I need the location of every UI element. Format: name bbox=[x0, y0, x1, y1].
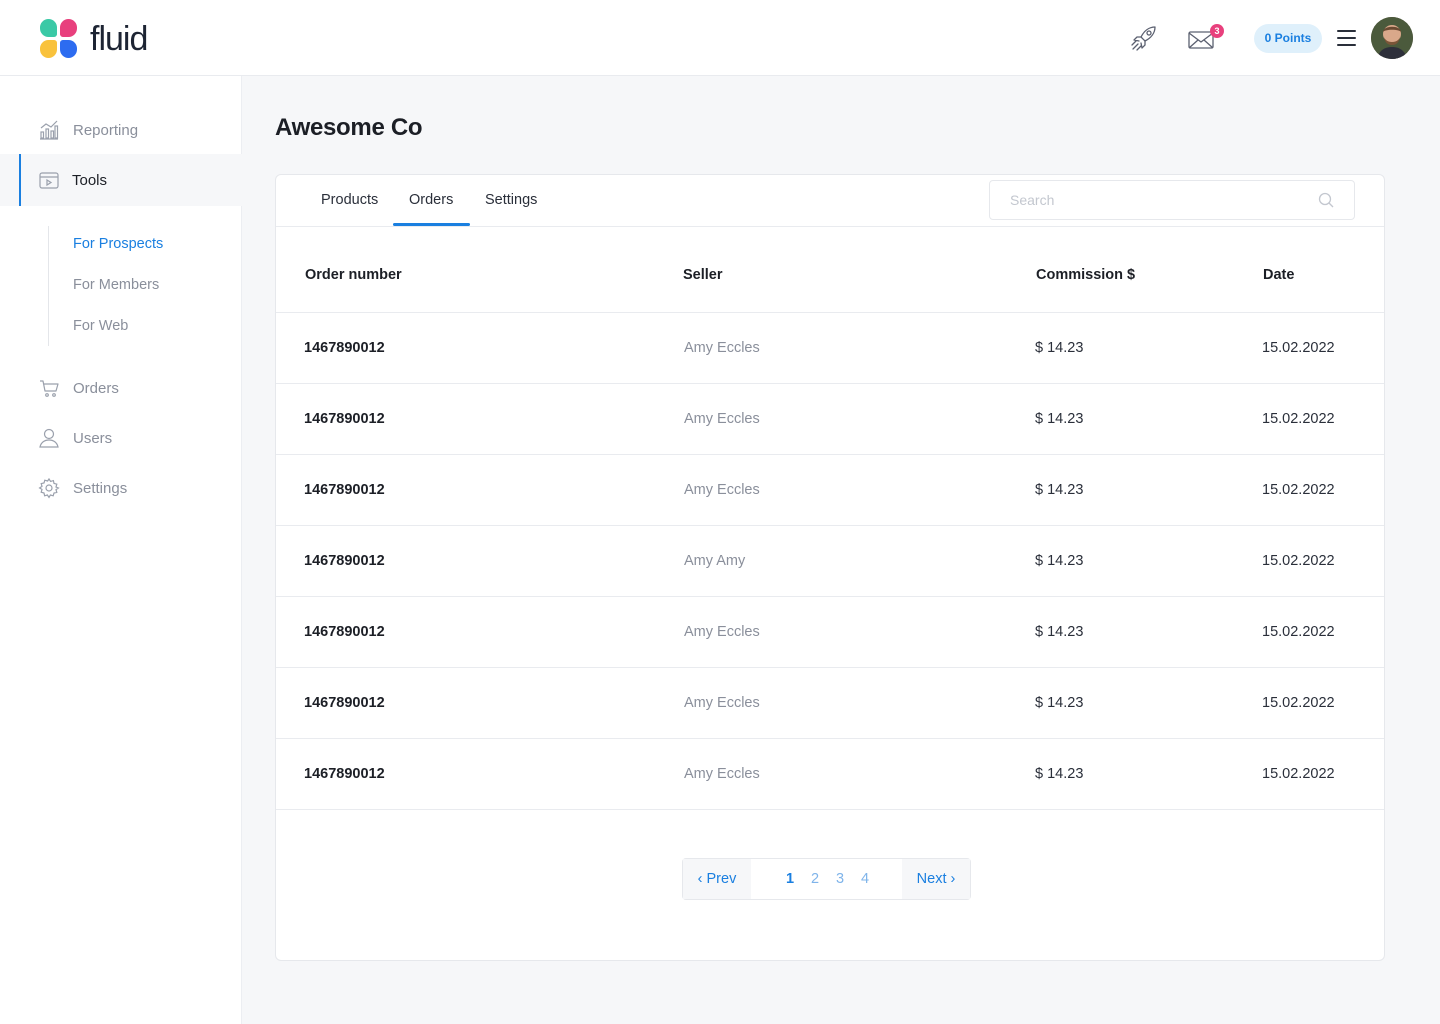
logo[interactable]: fluid bbox=[40, 19, 148, 59]
active-tab-indicator bbox=[393, 223, 470, 226]
sidebar-item-label: Orders bbox=[73, 379, 119, 397]
points-badge[interactable]: 0 Points bbox=[1254, 24, 1322, 53]
cart-icon bbox=[40, 380, 59, 397]
prev-page-button[interactable]: ‹ Prev bbox=[683, 859, 751, 899]
order-date: 15.02.2022 bbox=[1262, 766, 1335, 782]
commission-value: $ 14.23 bbox=[1035, 340, 1084, 356]
order-number: 1467890012 bbox=[304, 340, 385, 356]
submenu-item-for-members[interactable]: For Members bbox=[73, 277, 159, 293]
seller-name: Amy Eccles bbox=[684, 482, 760, 498]
order-date: 15.02.2022 bbox=[1262, 411, 1335, 427]
column-header-seller[interactable]: Seller bbox=[683, 267, 723, 283]
sidebar-item-orders[interactable]: Orders bbox=[0, 368, 242, 408]
seller-name: Amy Amy bbox=[684, 553, 746, 569]
commission-value: $ 14.23 bbox=[1035, 553, 1084, 569]
order-date: 15.02.2022 bbox=[1262, 553, 1335, 569]
order-date: 15.02.2022 bbox=[1262, 695, 1335, 711]
order-date: 15.02.2022 bbox=[1262, 624, 1335, 640]
gear-icon bbox=[38, 477, 60, 499]
tab-settings[interactable]: Settings bbox=[485, 192, 537, 208]
table-row[interactable]: 1467890012 Amy Eccles $ 14.23 15.02.2022 bbox=[276, 597, 1384, 668]
commission-value: $ 14.23 bbox=[1035, 482, 1084, 498]
rocket-icon[interactable] bbox=[1128, 22, 1160, 54]
top-header: fluid 3 0 Points bbox=[0, 0, 1440, 76]
seller-name: Amy Eccles bbox=[684, 340, 760, 356]
table-row[interactable]: 1467890012 Amy Amy $ 14.23 15.02.2022 bbox=[276, 526, 1384, 597]
commission-value: $ 14.23 bbox=[1035, 695, 1084, 711]
pagination: ‹ Prev 1 2 3 4 Next › bbox=[682, 858, 971, 900]
table-row[interactable]: 1467890012 Amy Eccles $ 14.23 15.02.2022 bbox=[276, 384, 1384, 455]
commission-value: $ 14.23 bbox=[1035, 411, 1084, 427]
search-input[interactable] bbox=[990, 181, 1310, 219]
search-box bbox=[989, 180, 1355, 220]
tools-icon bbox=[39, 172, 59, 189]
tab-orders[interactable]: Orders bbox=[409, 192, 453, 208]
mail-count-badge: 3 bbox=[1210, 24, 1224, 38]
table-row[interactable]: 1467890012 Amy Eccles $ 14.23 15.02.2022 bbox=[276, 455, 1384, 526]
page-3-button[interactable]: 3 bbox=[836, 871, 844, 887]
sidebar-item-label: Reporting bbox=[73, 121, 139, 139]
seller-name: Amy Eccles bbox=[684, 411, 760, 427]
menu-icon[interactable] bbox=[1337, 30, 1356, 46]
table-header: Order number Seller Commission $ Date bbox=[276, 227, 1384, 313]
avatar[interactable] bbox=[1371, 17, 1413, 59]
table-row[interactable]: 1467890012 Amy Eccles $ 14.23 15.02.2022 bbox=[276, 668, 1384, 739]
page-2-button[interactable]: 2 bbox=[811, 871, 819, 887]
seller-name: Amy Eccles bbox=[684, 695, 760, 711]
user-icon bbox=[39, 428, 59, 448]
table-row[interactable]: 1467890012 Amy Eccles $ 14.23 15.02.2022 bbox=[276, 313, 1384, 384]
order-number: 1467890012 bbox=[304, 482, 385, 498]
order-number: 1467890012 bbox=[304, 553, 385, 569]
sidebar-item-reporting[interactable]: Reporting bbox=[0, 110, 242, 150]
sidebar-item-users[interactable]: Users bbox=[0, 418, 242, 458]
page-1-button[interactable]: 1 bbox=[786, 871, 794, 887]
commission-value: $ 14.23 bbox=[1035, 624, 1084, 640]
page-title: Awesome Co bbox=[275, 114, 423, 141]
logo-mark-icon bbox=[40, 19, 78, 59]
logo-text: fluid bbox=[90, 20, 148, 58]
sidebar-item-label: Users bbox=[73, 429, 113, 447]
sidebar-item-tools[interactable]: Tools bbox=[0, 154, 242, 206]
tab-products[interactable]: Products bbox=[321, 192, 378, 208]
commission-value: $ 14.23 bbox=[1035, 766, 1084, 782]
tab-bar: Products Orders Settings bbox=[276, 175, 1384, 227]
orders-card: Products Orders Settings Order number Se… bbox=[275, 174, 1385, 961]
order-number: 1467890012 bbox=[304, 766, 385, 782]
order-number: 1467890012 bbox=[304, 411, 385, 427]
submenu-divider bbox=[48, 226, 49, 346]
column-header-commission[interactable]: Commission $ bbox=[1036, 267, 1135, 283]
submenu-item-for-web[interactable]: For Web bbox=[73, 318, 128, 334]
column-header-order-number[interactable]: Order number bbox=[305, 267, 402, 283]
order-date: 15.02.2022 bbox=[1262, 482, 1335, 498]
search-icon[interactable] bbox=[1317, 191, 1335, 209]
seller-name: Amy Eccles bbox=[684, 766, 760, 782]
order-date: 15.02.2022 bbox=[1262, 340, 1335, 356]
sidebar-item-label: Tools bbox=[72, 171, 108, 189]
page-4-button[interactable]: 4 bbox=[861, 871, 869, 887]
column-header-date[interactable]: Date bbox=[1263, 267, 1294, 283]
seller-name: Amy Eccles bbox=[684, 624, 760, 640]
sidebar: Reporting Tools For Prospects For Member… bbox=[0, 76, 242, 1024]
next-page-button[interactable]: Next › bbox=[902, 859, 970, 899]
table-row[interactable]: 1467890012 Amy Eccles $ 14.23 15.02.2022 bbox=[276, 739, 1384, 810]
sidebar-item-settings[interactable]: Settings bbox=[0, 468, 242, 508]
chart-icon bbox=[40, 120, 59, 140]
order-number: 1467890012 bbox=[304, 624, 385, 640]
submenu-item-for-prospects[interactable]: For Prospects bbox=[73, 236, 163, 252]
order-number: 1467890012 bbox=[304, 695, 385, 711]
sidebar-item-label: Settings bbox=[73, 479, 128, 497]
